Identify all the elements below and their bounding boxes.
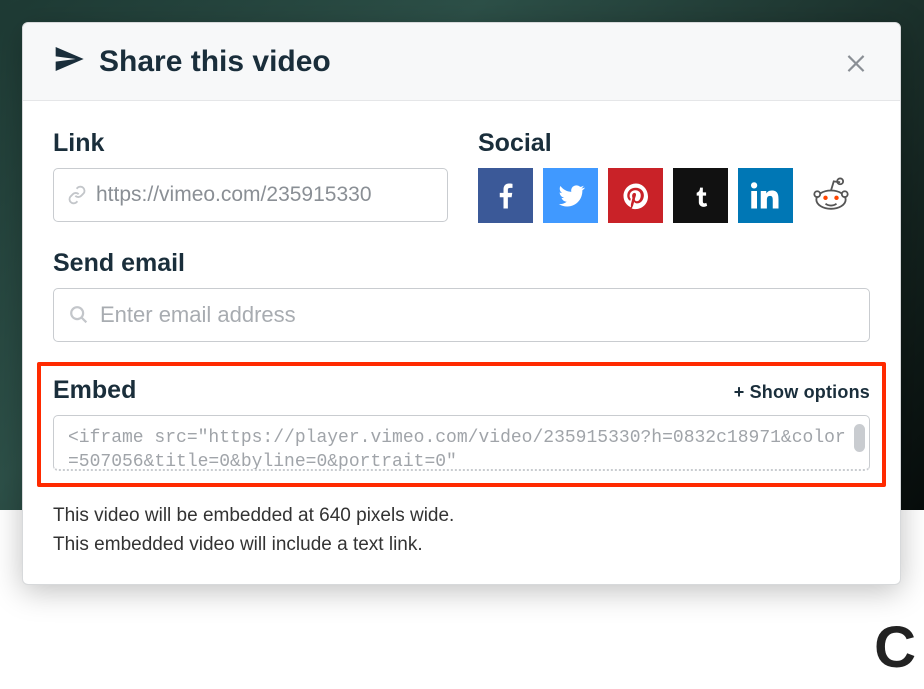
tumblr-icon	[688, 183, 714, 209]
embed-code-text[interactable]: <iframe src="https://player.vimeo.com/vi…	[68, 426, 849, 471]
facebook-button[interactable]	[478, 168, 533, 223]
twitter-icon	[555, 180, 587, 212]
tumblr-button[interactable]	[673, 168, 728, 223]
embed-highlight-box: Embed + Show options <iframe src="https:…	[37, 362, 886, 487]
facebook-icon	[491, 181, 521, 211]
twitter-button[interactable]	[543, 168, 598, 223]
pinterest-icon	[621, 181, 651, 211]
link-input[interactable]	[88, 183, 435, 207]
embed-note-textlink: This embedded video will include a text …	[53, 530, 870, 559]
bg-glyph: C	[874, 614, 916, 681]
social-label: Social	[478, 129, 870, 158]
link-label: Link	[53, 129, 448, 158]
close-icon	[843, 49, 869, 75]
email-section: Send email	[53, 249, 870, 342]
embed-label: Embed	[53, 376, 136, 405]
modal-title-wrap: Share this video	[53, 43, 331, 80]
scrollbar-thumb[interactable]	[854, 424, 865, 452]
top-row: Link Social	[53, 129, 870, 223]
modal-body: Link Social	[23, 101, 900, 584]
reddit-icon	[809, 174, 853, 218]
reddit-button[interactable]	[803, 168, 858, 223]
email-label: Send email	[53, 249, 870, 278]
link-input-box[interactable]	[53, 168, 448, 222]
social-buttons	[478, 168, 870, 223]
link-icon	[66, 184, 88, 206]
modal-header: Share this video	[23, 23, 900, 101]
close-button[interactable]	[842, 48, 870, 76]
email-input-box[interactable]	[53, 288, 870, 342]
pinterest-button[interactable]	[608, 168, 663, 223]
show-options-toggle[interactable]: + Show options	[734, 382, 870, 403]
embed-header-row: Embed + Show options	[53, 376, 870, 405]
social-section: Social	[478, 129, 870, 223]
linkedin-icon	[751, 181, 781, 211]
link-section: Link	[53, 129, 448, 223]
share-modal: Share this video Link Social	[22, 22, 901, 585]
linkedin-button[interactable]	[738, 168, 793, 223]
paper-plane-icon	[53, 43, 85, 80]
modal-title: Share this video	[99, 45, 331, 79]
embed-code-box[interactable]: <iframe src="https://player.vimeo.com/vi…	[53, 415, 870, 471]
email-input[interactable]	[90, 302, 855, 328]
embed-notes: This video will be embedded at 640 pixel…	[53, 501, 870, 560]
search-icon	[68, 304, 90, 326]
embed-note-width: This video will be embedded at 640 pixel…	[53, 501, 870, 530]
